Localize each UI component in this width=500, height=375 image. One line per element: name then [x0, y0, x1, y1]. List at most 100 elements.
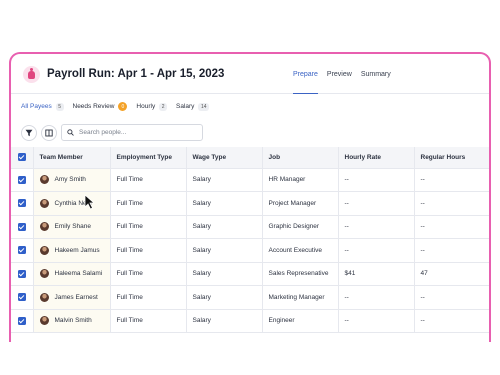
- hourly-rate-cell[interactable]: $41: [338, 262, 415, 286]
- filter-count-badge: 0: [118, 102, 128, 111]
- columns-button[interactable]: [41, 124, 57, 141]
- table-row[interactable]: Cynthia Neal Full Time Salary Project Ma…: [11, 191, 489, 216]
- filter-button[interactable]: [21, 124, 37, 141]
- column-header[interactable]: Regular Hours: [414, 147, 489, 169]
- filter-salary[interactable]: Salary 14: [176, 102, 209, 111]
- avatar: [39, 292, 49, 302]
- row-checkbox[interactable]: [17, 175, 26, 184]
- table-toolbar: [21, 124, 203, 141]
- wage-type-cell: Salary: [186, 285, 263, 310]
- filter-hourly[interactable]: Hourly 2: [136, 102, 167, 111]
- member-name[interactable]: James Earnest: [55, 294, 98, 301]
- member-name[interactable]: Amy Smith: [55, 176, 86, 183]
- tab-summary[interactable]: Summary: [361, 54, 391, 94]
- wage-type-cell: Salary: [186, 309, 263, 333]
- member-name[interactable]: Emily Shane: [55, 223, 92, 230]
- page-title: Payroll Run: Apr 1 - Apr 15, 2023: [47, 68, 225, 80]
- hourly-rate-cell[interactable]: --: [338, 215, 415, 239]
- column-header[interactable]: Hourly Rate: [338, 147, 415, 169]
- table-row[interactable]: Emily Shane Full Time Salary Graphic Des…: [11, 215, 489, 239]
- job-cell: Project Manager: [262, 191, 339, 216]
- job-cell: Sales Represenative: [262, 262, 339, 286]
- employment-type-cell: Full Time: [110, 191, 187, 216]
- filter-count-badge: 14: [198, 102, 209, 111]
- table-row[interactable]: Hakeem Jamus Full Time Salary Account Ex…: [11, 238, 489, 263]
- member-name[interactable]: Malvin Smith: [55, 317, 92, 324]
- wage-type-cell: Salary: [186, 262, 263, 286]
- wage-type-cell: Salary: [186, 215, 263, 239]
- team-member-cell: Emily Shane: [33, 215, 111, 239]
- regular-hours-cell[interactable]: --: [414, 168, 489, 192]
- regular-hours-cell[interactable]: --: [414, 215, 489, 239]
- regular-hours-cell[interactable]: --: [414, 238, 489, 263]
- row-checkbox[interactable]: [17, 293, 26, 302]
- member-name[interactable]: Haleema Salami: [55, 270, 103, 277]
- payroll-table: Team Member Employment Type Wage Type Jo…: [11, 147, 489, 333]
- table-body: Amy Smith Full Time Salary HR Manager --…: [11, 168, 489, 333]
- row-checkbox[interactable]: [17, 199, 26, 208]
- filter-needs-review[interactable]: Needs Review 0: [73, 102, 128, 111]
- team-member-cell: Amy Smith: [33, 168, 111, 192]
- tab-prepare[interactable]: Prepare: [293, 54, 318, 94]
- regular-hours-cell[interactable]: --: [414, 309, 489, 333]
- employment-type-cell: Full Time: [110, 309, 187, 333]
- employment-type-cell: Full Time: [110, 215, 187, 239]
- row-checkbox[interactable]: [17, 246, 26, 255]
- hourly-rate-cell[interactable]: --: [338, 285, 415, 310]
- search-icon: [67, 129, 74, 136]
- wage-type-cell: Salary: [186, 191, 263, 216]
- column-header[interactable]: Employment Type: [110, 147, 187, 169]
- filter-count-badge: 5: [55, 102, 64, 111]
- hourly-rate-cell[interactable]: --: [338, 238, 415, 263]
- row-checkbox[interactable]: [17, 269, 26, 278]
- filter-all-payees[interactable]: All Payees 5: [21, 102, 64, 111]
- avatar: [39, 245, 49, 255]
- search-field[interactable]: [61, 124, 203, 141]
- filter-label: Hourly: [136, 103, 156, 110]
- table-header-row: Team Member Employment Type Wage Type Jo…: [11, 147, 489, 169]
- avatar: [39, 222, 49, 232]
- row-checkbox[interactable]: [17, 222, 26, 231]
- table-row[interactable]: James Earnest Full Time Salary Marketing…: [11, 285, 489, 310]
- job-cell: HR Manager: [262, 168, 339, 192]
- column-header[interactable]: Team Member: [33, 147, 111, 169]
- team-member-cell: Hakeem Jamus: [33, 238, 111, 263]
- row-select-cell: [11, 215, 34, 239]
- row-checkbox[interactable]: [17, 316, 26, 325]
- team-member-cell: James Earnest: [33, 285, 111, 310]
- payee-filters: All Payees 5 Needs Review 0 Hourly 2 Sal…: [21, 102, 218, 111]
- row-select-cell: [11, 309, 34, 333]
- team-member-cell: Cynthia Neal: [33, 191, 111, 216]
- mouse-cursor-icon: [84, 194, 96, 210]
- page-header: Payroll Run: Apr 1 - Apr 15, 2023 Prepar…: [11, 54, 489, 94]
- table-row[interactable]: Malvin Smith Full Time Salary Engineer -…: [11, 309, 489, 333]
- hourly-rate-cell[interactable]: --: [338, 191, 415, 216]
- filter-count-badge: 2: [159, 102, 167, 111]
- row-select-cell: [11, 168, 34, 192]
- payroll-window: Payroll Run: Apr 1 - Apr 15, 2023 Prepar…: [9, 52, 491, 342]
- select-all-checkbox[interactable]: [17, 153, 26, 162]
- column-header[interactable]: Job: [262, 147, 339, 169]
- regular-hours-cell[interactable]: --: [414, 285, 489, 310]
- table-row[interactable]: Amy Smith Full Time Salary HR Manager --…: [11, 168, 489, 192]
- regular-hours-cell[interactable]: --: [414, 191, 489, 216]
- member-name[interactable]: Hakeem Jamus: [55, 247, 100, 254]
- tab-bar: Prepare Preview Summary: [293, 54, 400, 94]
- hourly-rate-cell[interactable]: --: [338, 168, 415, 192]
- filter-label: Salary: [176, 103, 195, 110]
- tab-preview[interactable]: Preview: [327, 54, 352, 94]
- columns-icon: [45, 129, 53, 136]
- wage-type-cell: Salary: [186, 238, 263, 263]
- row-select-cell: [11, 262, 34, 286]
- avatar: [39, 269, 49, 279]
- avatar: [39, 175, 49, 185]
- filter-icon: [25, 129, 33, 136]
- job-cell: Graphic Designer: [262, 215, 339, 239]
- column-header[interactable]: Wage Type: [186, 147, 263, 169]
- search-input[interactable]: [79, 129, 189, 136]
- avatar: [39, 316, 49, 326]
- regular-hours-cell[interactable]: 47: [414, 262, 489, 286]
- table-row[interactable]: Haleema Salami Full Time Salary Sales Re…: [11, 262, 489, 286]
- select-all-cell: [11, 147, 34, 169]
- hourly-rate-cell[interactable]: --: [338, 309, 415, 333]
